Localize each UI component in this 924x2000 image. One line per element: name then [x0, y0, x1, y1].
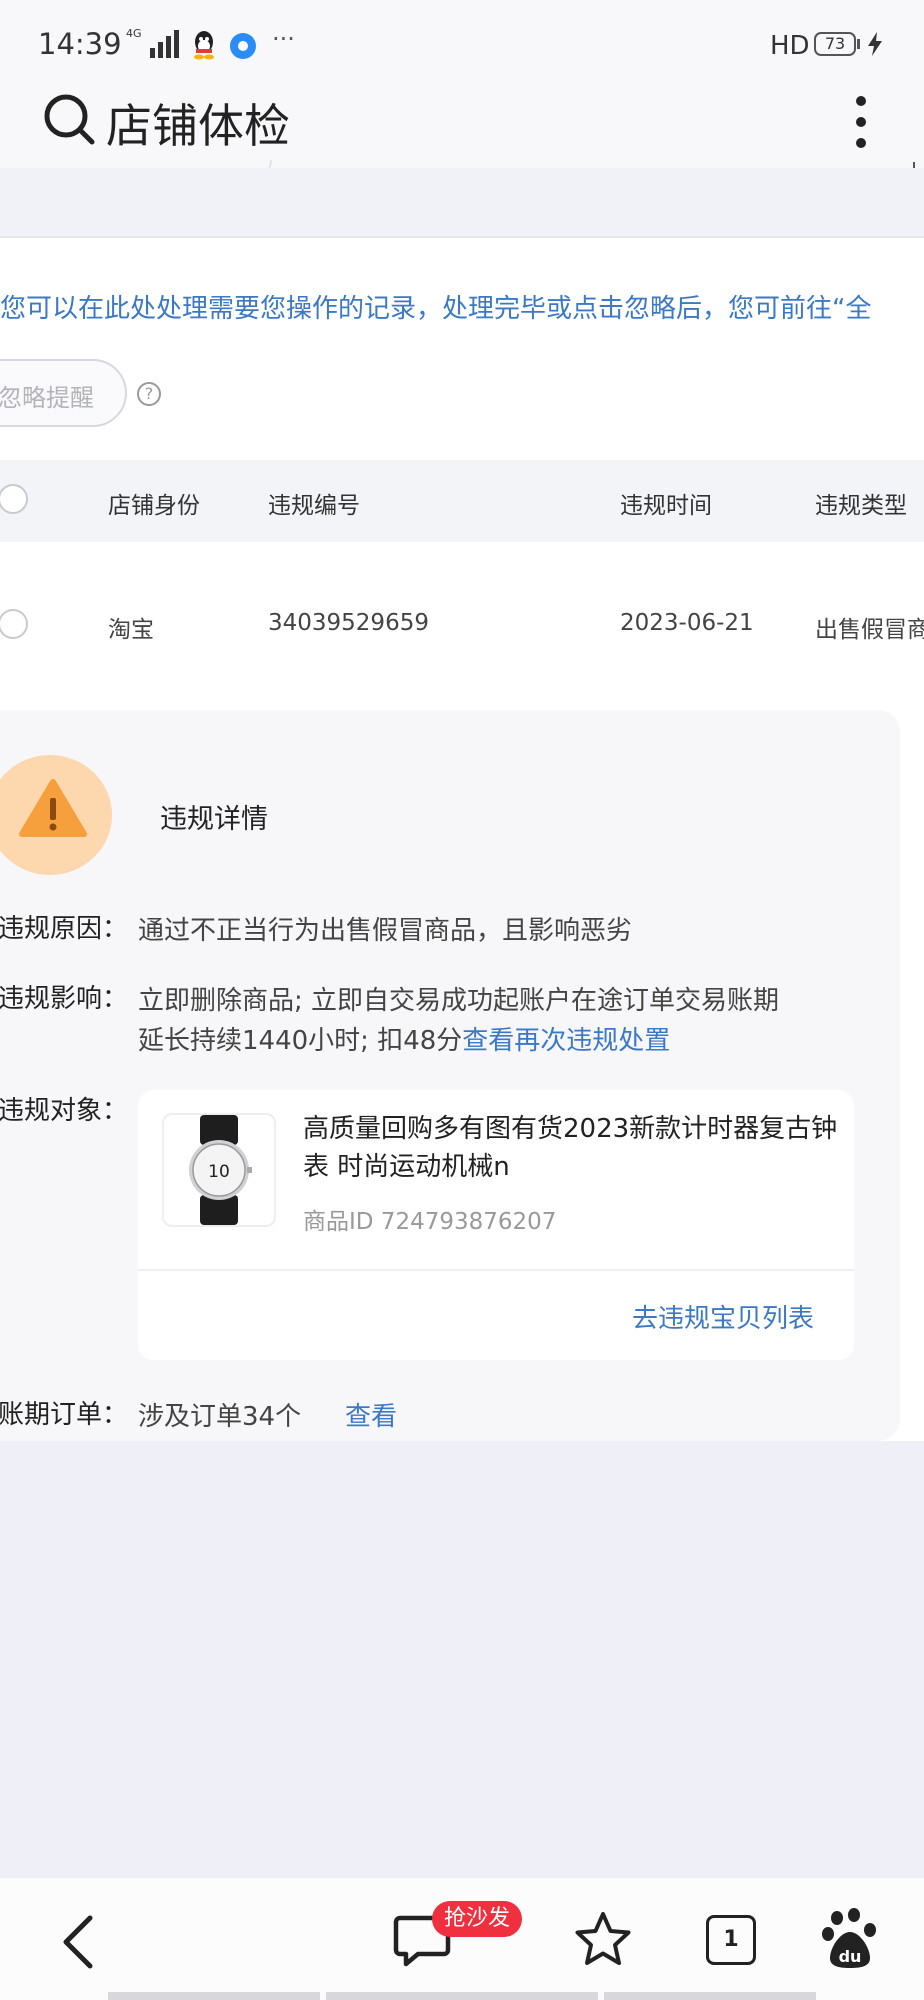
- repeat-violation-link[interactable]: 查看再次违规处置: [462, 1026, 670, 1056]
- back-icon[interactable]: [58, 1912, 98, 1972]
- product-image[interactable]: 10: [162, 1113, 276, 1227]
- warning-icon: [19, 779, 87, 837]
- bottom-nav-bar: [0, 1878, 924, 2000]
- battery-tip: [857, 39, 860, 49]
- product-name[interactable]: 高质量回购多有图有货2023新款计时器复古钟表 时尚运动机械n: [303, 1110, 843, 1186]
- app-header: 店铺体检: [0, 70, 924, 180]
- product-divider: [138, 1269, 854, 1271]
- baidu-paw-icon[interactable]: du: [822, 1908, 878, 1970]
- reason-value: 通过不正当行为出售假冒商品，且影响恶劣: [138, 916, 633, 946]
- column-header-date: 违规时间: [620, 493, 712, 519]
- cell-violation-id: 34039529659: [268, 610, 429, 636]
- column-header-type: 违规类型: [815, 493, 907, 519]
- bolt-icon: [868, 32, 882, 56]
- more-notifications: ···: [272, 25, 295, 53]
- tabs-icon[interactable]: 1: [706, 1915, 756, 1965]
- ignore-reminder-button[interactable]: 忽略提醒: [0, 359, 127, 427]
- impact-value-line1: 立即删除商品; 立即自交易成功起账户在途订单交易账期: [138, 986, 780, 1016]
- column-header-shop: 店铺身份: [108, 493, 200, 519]
- object-label: 违规对象：: [0, 1096, 129, 1126]
- hd-indicator: HD: [770, 31, 810, 61]
- status-bar: 14:39 4G ··· HD 73: [0, 0, 924, 70]
- cell-type: 出售假冒商: [815, 617, 924, 642]
- orders-value: 涉及订单34个: [138, 1402, 302, 1432]
- impact-label: 违规影响：: [0, 984, 129, 1014]
- product-id: 商品ID 724793876207: [303, 1209, 557, 1235]
- signal-icon: [150, 30, 179, 58]
- detail-title: 违规详情: [160, 804, 268, 835]
- gesture-bar-segment: [326, 1992, 598, 2000]
- help-icon[interactable]: ?: [137, 382, 161, 406]
- view-orders-link[interactable]: 查看: [345, 1396, 397, 1433]
- sofa-badge[interactable]: 抢沙发: [432, 1901, 523, 1937]
- violating-items-link[interactable]: 去违规宝贝列表: [632, 1298, 814, 1335]
- cell-date: 2023-06-21: [620, 610, 754, 636]
- qq-icon: [194, 31, 214, 60]
- reason-label: 违规原因：: [0, 914, 129, 944]
- app-icon: [230, 33, 256, 59]
- gesture-bar-segment: [108, 1992, 320, 2000]
- watch-dial-number: 10: [208, 1162, 230, 1182]
- star-icon[interactable]: [572, 1910, 634, 1970]
- search-icon[interactable]: [42, 92, 96, 146]
- battery-icon: 73: [814, 32, 856, 56]
- orders-label: 账期订单：: [0, 1400, 129, 1430]
- network-type: 4G: [126, 27, 142, 40]
- ignore-reminder-label: 忽略提醒: [0, 384, 94, 412]
- impact-value-line2: 延长持续1440小时; 扣48分: [138, 1026, 463, 1056]
- notice-text: 您可以在此处处理需要您操作的记录，处理完毕或点击忽略后，您可前往“全: [0, 294, 872, 324]
- watch-image: 10: [189, 1115, 252, 1225]
- cell-shop: 淘宝: [108, 617, 154, 643]
- status-time: 14:39: [38, 27, 122, 61]
- column-header-id: 违规编号: [268, 493, 360, 519]
- gesture-bar-segment: [604, 1992, 816, 2000]
- svg-text:du: du: [839, 1947, 862, 1966]
- more-vertical-icon[interactable]: [846, 94, 876, 150]
- filter-band: [0, 168, 924, 238]
- impact-line2: 延长持续1440小时; 扣48分查看再次违规处置: [138, 1020, 670, 1057]
- page-title: 店铺体检: [106, 99, 290, 153]
